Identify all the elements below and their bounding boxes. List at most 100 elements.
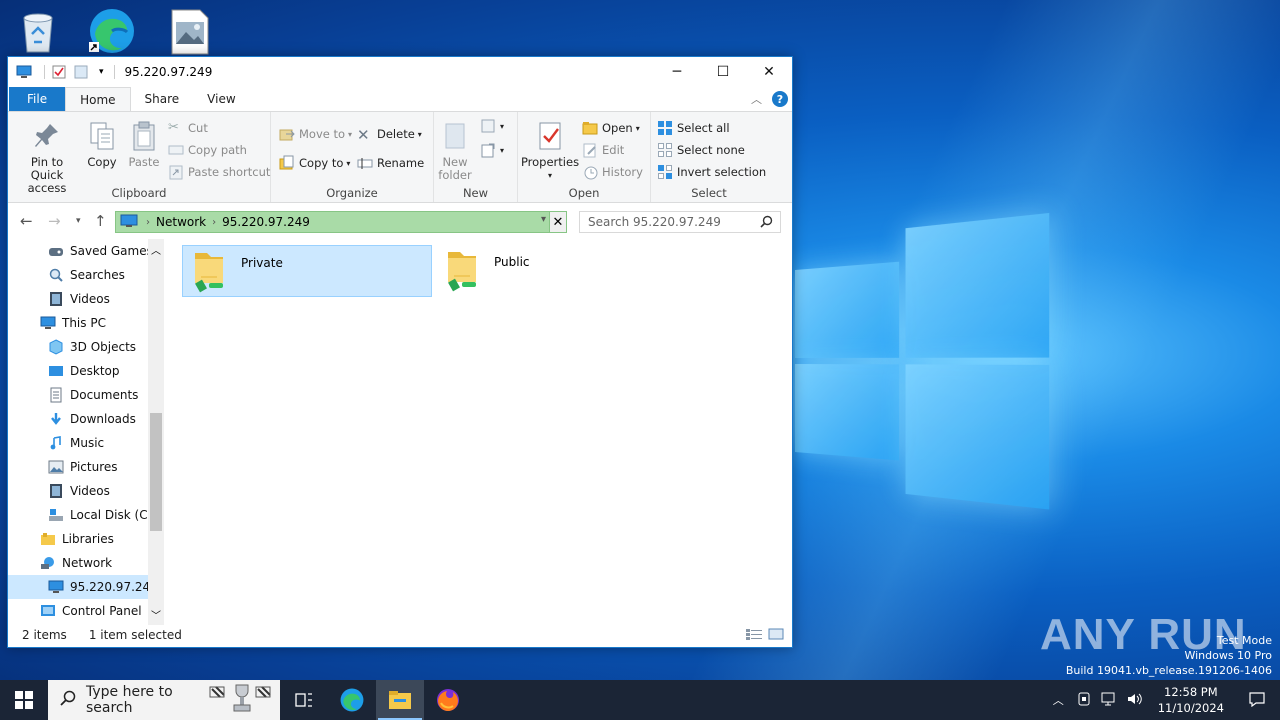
- network-tray-icon[interactable]: [1096, 691, 1122, 710]
- libraries-icon: [40, 531, 56, 547]
- scroll-up-icon[interactable]: ︿: [151, 242, 161, 257]
- edge-shortcut-icon[interactable]: [87, 6, 135, 54]
- new-folder-button[interactable]: New folder: [436, 120, 474, 182]
- recent-locations-button[interactable]: ▾: [76, 216, 81, 226]
- taskbar-search[interactable]: Type here to search: [48, 680, 280, 720]
- copy-path-button[interactable]: Copy path: [168, 142, 247, 158]
- nav-item-this-pc[interactable]: This PC: [8, 311, 148, 335]
- nav-item-searches[interactable]: Searches: [8, 263, 148, 287]
- history-button[interactable]: History: [582, 164, 643, 180]
- nav-item-downloads[interactable]: Downloads: [8, 407, 148, 431]
- organize-group: Move to ▾ ✕ Delete ▾ Copy to ▾ Rename Or…: [271, 112, 434, 202]
- move-to-button[interactable]: Move to ▾: [279, 126, 352, 142]
- navigation-pane[interactable]: Control Panel 95.220.97.249 Network Librari…: [8, 239, 164, 625]
- breadcrumb-network[interactable]: Network: [156, 215, 206, 229]
- new-item-button[interactable]: ▾: [480, 118, 504, 134]
- search-box[interactable]: Search 95.220.97.249: [579, 211, 781, 233]
- address-dropdown-icon[interactable]: ▾: [541, 214, 546, 225]
- minimize-button[interactable]: ─: [654, 57, 700, 87]
- nav-item-music[interactable]: Music: [8, 431, 148, 455]
- address-bar[interactable]: › Network › 95.220.97.249 ▾ ✕: [115, 211, 567, 233]
- pin-quick-access-button[interactable]: Pin to Quick access: [14, 120, 80, 195]
- title-bar[interactable]: ▾ 95.220.97.249 ─ ☐ ✕: [8, 57, 792, 87]
- tab-share[interactable]: Share: [131, 87, 194, 111]
- file-list[interactable]: Private Public: [168, 239, 792, 629]
- taskbar-file-explorer-button[interactable]: [376, 680, 424, 720]
- image-file-icon[interactable]: [166, 8, 214, 56]
- folder-item-private[interactable]: Private: [182, 245, 432, 297]
- select-none-button[interactable]: Select none: [657, 142, 745, 158]
- nav-item-network[interactable]: Network: [8, 551, 148, 575]
- clear-address-icon[interactable]: ✕: [549, 212, 566, 232]
- details-view-icon[interactable]: [746, 628, 762, 643]
- properties-button[interactable]: Properties ▾: [521, 120, 579, 182]
- paste-button[interactable]: Paste: [126, 120, 162, 169]
- folder-item-public[interactable]: Public: [436, 245, 686, 297]
- tab-home[interactable]: Home: [65, 87, 131, 111]
- nav-scroll-thumb[interactable]: [150, 413, 162, 531]
- up-button[interactable]: ↑: [94, 212, 107, 230]
- search-icon[interactable]: [760, 215, 773, 231]
- nav-item-95-220-97-249[interactable]: 95.220.97.249: [8, 575, 158, 599]
- cut-button[interactable]: ✂ Cut: [168, 120, 208, 136]
- open-button[interactable]: Open ▾: [582, 120, 640, 136]
- forward-button[interactable]: →: [48, 212, 61, 230]
- tab-view[interactable]: View: [193, 87, 249, 111]
- downloads-icon: [48, 411, 64, 427]
- clock[interactable]: 12:58 PM 11/10/2024: [1148, 684, 1234, 716]
- taskbar-edge-button[interactable]: [328, 680, 376, 720]
- nav-item-3d-objects[interactable]: 3D Objects: [8, 335, 148, 359]
- search-input[interactable]: Search 95.220.97.249: [588, 215, 721, 229]
- invert-selection-button[interactable]: Invert selection: [657, 164, 766, 180]
- nav-item-videos[interactable]: Videos: [8, 287, 148, 311]
- nav-item-documents[interactable]: Documents: [8, 383, 148, 407]
- customize-toolbar-icon[interactable]: ▾: [99, 67, 104, 77]
- new-folder-quick-icon[interactable]: [73, 64, 89, 80]
- start-button[interactable]: [0, 680, 48, 720]
- show-hidden-icons-icon[interactable]: ︿: [1045, 692, 1072, 708]
- copy-button[interactable]: Copy: [84, 120, 120, 169]
- nav-item-videos[interactable]: Videos: [8, 479, 148, 503]
- recycle-bin-icon[interactable]: [14, 8, 62, 56]
- taskbar-search-input[interactable]: Type here to search: [86, 684, 206, 716]
- breadcrumb-host[interactable]: 95.220.97.249: [222, 215, 310, 229]
- copy-to-button[interactable]: Copy to ▾: [279, 155, 350, 171]
- task-view-icon: [295, 693, 312, 707]
- close-button[interactable]: ✕: [746, 57, 792, 87]
- delete-button[interactable]: ✕ Delete ▾: [357, 126, 422, 144]
- nav-item-saved-games[interactable]: Saved Games: [8, 239, 153, 263]
- copy-path-icon: [168, 142, 184, 158]
- notifications-icon[interactable]: [1234, 691, 1280, 710]
- back-button[interactable]: ←: [20, 212, 33, 230]
- selection-count: 1 item selected: [88, 628, 182, 642]
- properties-icon: [539, 122, 561, 150]
- properties-quick-icon[interactable]: [51, 64, 67, 80]
- select-all-button[interactable]: Select all: [657, 120, 730, 136]
- task-view-button[interactable]: [280, 680, 328, 720]
- device-icon[interactable]: [1072, 691, 1096, 710]
- nav-item-control-panel[interactable]: Control Panel: [8, 599, 148, 623]
- maximize-button[interactable]: ☐: [700, 57, 746, 87]
- file-explorer-icon: [389, 691, 411, 709]
- computer-icon[interactable]: [16, 64, 32, 80]
- help-icon[interactable]: ?: [772, 91, 788, 107]
- large-icons-view-icon[interactable]: [768, 628, 784, 643]
- edit-button[interactable]: Edit: [582, 142, 624, 158]
- taskbar-firefox-button[interactable]: [424, 680, 472, 720]
- volume-icon[interactable]: [1122, 691, 1148, 710]
- title-separator: [113, 65, 115, 79]
- rename-button[interactable]: Rename: [357, 155, 424, 171]
- nav-scrollbar[interactable]: ︿ ﹀: [148, 239, 164, 625]
- easy-access-button[interactable]: ▾: [480, 142, 504, 158]
- nav-item-desktop[interactable]: Desktop: [8, 359, 148, 383]
- nav-item-pictures[interactable]: Pictures: [8, 455, 148, 479]
- paste-shortcut-button[interactable]: Paste shortcut: [168, 164, 270, 180]
- scroll-down-icon[interactable]: ﹀: [151, 607, 161, 622]
- tab-file[interactable]: File: [9, 87, 66, 111]
- new-folder-icon: [445, 123, 465, 149]
- folder-name: Public: [494, 255, 530, 269]
- nav-item-local-disk-c[interactable]: Local Disk (C:): [8, 503, 156, 527]
- videos-icon: [48, 291, 64, 307]
- collapse-ribbon-icon[interactable]: ︿: [751, 91, 762, 107]
- nav-item-libraries[interactable]: Libraries: [8, 527, 148, 551]
